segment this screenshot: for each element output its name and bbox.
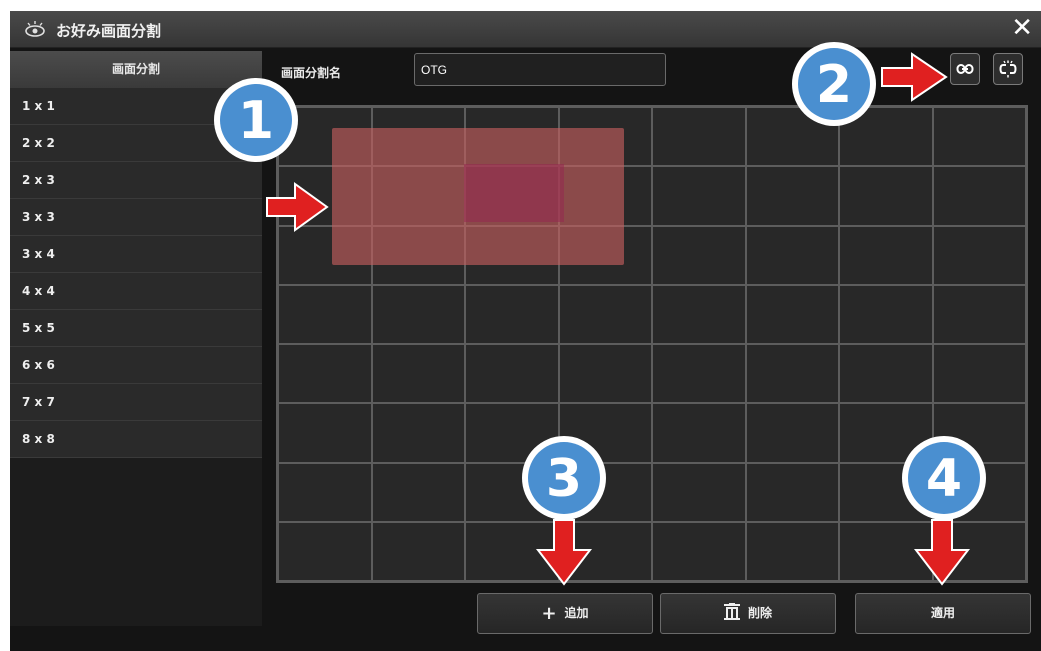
grid-cell[interactable] bbox=[558, 521, 652, 581]
grid-cell[interactable] bbox=[465, 107, 559, 167]
add-button[interactable]: + 追加 bbox=[477, 593, 653, 634]
grid-cell[interactable] bbox=[839, 462, 933, 522]
grid-cell[interactable] bbox=[745, 284, 839, 344]
grid-cell[interactable] bbox=[932, 462, 1026, 522]
grid-cell[interactable] bbox=[465, 284, 559, 344]
grid-cell[interactable] bbox=[278, 225, 372, 285]
grid-cell[interactable] bbox=[932, 521, 1026, 581]
split-cells-button[interactable] bbox=[993, 53, 1023, 85]
grid-cell[interactable] bbox=[558, 166, 652, 226]
grid-cell[interactable] bbox=[652, 225, 746, 285]
preset-item-6x6[interactable]: 6 x 6 bbox=[10, 347, 262, 384]
preset-item-2x2[interactable]: 2 x 2 bbox=[10, 125, 262, 162]
grid-cell[interactable] bbox=[745, 107, 839, 167]
grid-cell[interactable] bbox=[745, 225, 839, 285]
grid-cell[interactable] bbox=[371, 107, 465, 167]
grid-cell[interactable] bbox=[371, 225, 465, 285]
grid-cell[interactable] bbox=[558, 107, 652, 167]
grid-cell[interactable] bbox=[278, 521, 372, 581]
grid-cell[interactable] bbox=[278, 107, 372, 167]
grid-cell[interactable] bbox=[465, 403, 559, 463]
grid-cell[interactable] bbox=[745, 403, 839, 463]
split-grid bbox=[276, 105, 1028, 583]
grid-cell[interactable] bbox=[278, 344, 372, 404]
grid-cell[interactable] bbox=[932, 107, 1026, 167]
grid-cell[interactable] bbox=[839, 521, 933, 581]
grid-cell[interactable] bbox=[839, 403, 933, 463]
eye-icon bbox=[25, 21, 45, 37]
merge-cells-button[interactable] bbox=[950, 53, 980, 85]
preset-item-2x3[interactable]: 2 x 3 bbox=[10, 162, 262, 199]
unlink-icon bbox=[999, 60, 1017, 78]
grid-cell[interactable] bbox=[652, 403, 746, 463]
delete-button-label: 削除 bbox=[747, 606, 772, 620]
grid-cell[interactable] bbox=[932, 403, 1026, 463]
grid-cell[interactable] bbox=[839, 166, 933, 226]
grid-cell[interactable] bbox=[371, 166, 465, 226]
split-preset-list: 画面分割 1 x 1 2 x 2 2 x 3 3 x 3 3 x 4 4 x 4… bbox=[10, 51, 262, 626]
grid-cell[interactable] bbox=[371, 344, 465, 404]
grid-cell[interactable] bbox=[652, 107, 746, 167]
grid-cell[interactable] bbox=[465, 462, 559, 522]
grid-cell[interactable] bbox=[652, 521, 746, 581]
layout-name-label: 画面分割名 bbox=[281, 66, 342, 80]
window-title: お好み画面分割 bbox=[56, 22, 162, 40]
grid-cell[interactable] bbox=[745, 344, 839, 404]
grid-cell[interactable] bbox=[465, 225, 559, 285]
title-bar: お好み画面分割 ✕ bbox=[10, 11, 1041, 48]
grid-cell[interactable] bbox=[558, 225, 652, 285]
grid-cell[interactable] bbox=[745, 166, 839, 226]
grid-cell[interactable] bbox=[371, 462, 465, 522]
preset-item-8x8[interactable]: 8 x 8 bbox=[10, 421, 262, 458]
grid-cell[interactable] bbox=[278, 403, 372, 463]
plus-icon: + bbox=[541, 603, 557, 624]
grid-cell[interactable] bbox=[371, 403, 465, 463]
grid-cell[interactable] bbox=[839, 225, 933, 285]
grid-cell[interactable] bbox=[932, 284, 1026, 344]
apply-button-label: 適用 bbox=[930, 606, 955, 620]
split-preset-header: 画面分割 bbox=[10, 51, 262, 88]
grid-cell[interactable] bbox=[558, 284, 652, 344]
grid-cell[interactable] bbox=[278, 284, 372, 344]
add-button-label: 追加 bbox=[564, 606, 589, 620]
grid-cell[interactable] bbox=[465, 344, 559, 404]
grid-cell[interactable] bbox=[558, 403, 652, 463]
grid-cell[interactable] bbox=[465, 166, 559, 226]
grid-cell[interactable] bbox=[932, 344, 1026, 404]
grid-cell[interactable] bbox=[371, 284, 465, 344]
grid-cell[interactable] bbox=[839, 344, 933, 404]
close-icon[interactable]: ✕ bbox=[1011, 13, 1033, 43]
link-icon bbox=[956, 64, 974, 74]
grid-cell[interactable] bbox=[652, 462, 746, 522]
preset-item-5x5[interactable]: 5 x 5 bbox=[10, 310, 262, 347]
grid-cell[interactable] bbox=[558, 462, 652, 522]
grid-cell[interactable] bbox=[839, 284, 933, 344]
grid-cell[interactable] bbox=[558, 344, 652, 404]
grid-cell[interactable] bbox=[371, 521, 465, 581]
grid-cell[interactable] bbox=[839, 107, 933, 167]
grid-cell[interactable] bbox=[278, 462, 372, 522]
grid-cell[interactable] bbox=[932, 166, 1026, 226]
preset-item-4x4[interactable]: 4 x 4 bbox=[10, 273, 262, 310]
preset-item-3x3[interactable]: 3 x 3 bbox=[10, 199, 262, 236]
grid-cell[interactable] bbox=[465, 521, 559, 581]
grid-cell[interactable] bbox=[745, 521, 839, 581]
grid-cell[interactable] bbox=[278, 166, 372, 226]
grid-cell[interactable] bbox=[932, 225, 1026, 285]
trash-icon bbox=[723, 603, 740, 620]
layout-name-input[interactable] bbox=[414, 53, 666, 86]
preset-item-7x7[interactable]: 7 x 7 bbox=[10, 384, 262, 421]
grid-cell[interactable] bbox=[652, 284, 746, 344]
grid-cell[interactable] bbox=[652, 166, 746, 226]
grid-cell[interactable] bbox=[652, 344, 746, 404]
apply-button[interactable]: 適用 bbox=[855, 593, 1031, 634]
preset-item-1x1[interactable]: 1 x 1 bbox=[10, 88, 262, 125]
preset-item-3x4[interactable]: 3 x 4 bbox=[10, 236, 262, 273]
grid-cell[interactable] bbox=[745, 462, 839, 522]
delete-button[interactable]: 削除 bbox=[660, 593, 836, 634]
